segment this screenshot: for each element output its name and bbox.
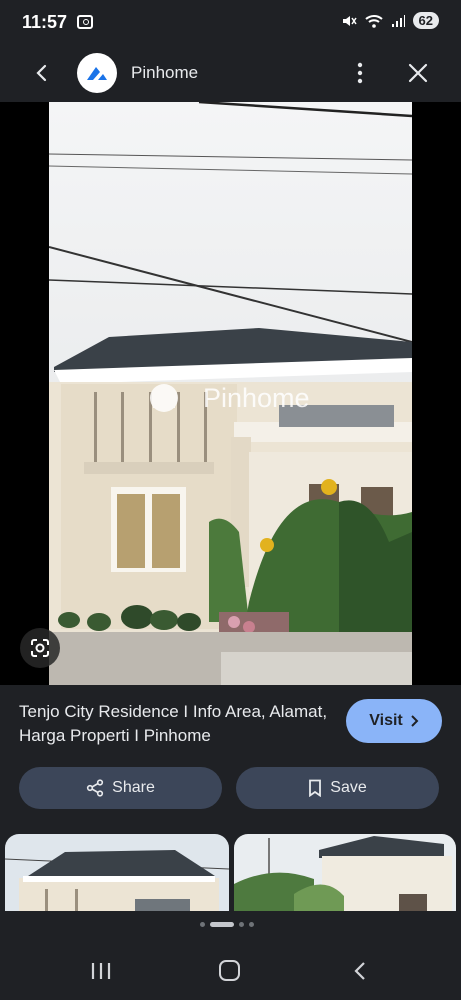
system-nav-bar (0, 945, 461, 995)
share-icon (87, 779, 104, 797)
page-dot-active (210, 922, 234, 927)
share-button[interactable]: Share (19, 767, 222, 809)
battery-level: 62 (412, 12, 439, 29)
related-image-thumbnail[interactable] (5, 834, 229, 911)
screenshot-icon (77, 15, 94, 29)
image-viewer[interactable]: Pinhome (0, 102, 461, 685)
watermark-text: Pinhome (203, 383, 310, 413)
signal-icon (391, 14, 405, 27)
more-options-icon[interactable] (348, 60, 372, 86)
site-name: Pinhome (131, 63, 199, 82)
related-image-thumbnail[interactable] (234, 834, 456, 911)
thumbnail-image (234, 834, 456, 911)
share-label: Share (112, 779, 155, 796)
mute-icon (342, 15, 357, 26)
wifi-icon (364, 14, 383, 28)
status-time: 11:57 (22, 11, 68, 32)
site-logo[interactable] (77, 53, 117, 93)
pinhome-logo-icon (87, 67, 107, 80)
page-dot (200, 922, 205, 927)
result-title[interactable]: Tenjo City Residence I Info Area, Alamat… (19, 700, 329, 748)
thumbnail-image (5, 834, 229, 911)
page-dot (249, 922, 254, 927)
close-icon[interactable] (406, 61, 430, 85)
top-bar: Pinhome (0, 44, 461, 102)
page-dot (239, 922, 244, 927)
recent-apps-icon[interactable] (90, 961, 112, 981)
screen: 11:57 62 Pinhome Pinhome Tenjo City Resi… (0, 0, 461, 1000)
save-label: Save (330, 779, 367, 796)
house-photo[interactable]: Pinhome (49, 102, 412, 685)
pagination-dots (200, 922, 254, 927)
visit-button[interactable]: Visit (346, 699, 442, 743)
save-button[interactable]: Save (236, 767, 439, 809)
home-icon[interactable] (219, 960, 240, 981)
status-bar: 11:57 62 (0, 0, 461, 44)
back-icon[interactable] (352, 961, 368, 981)
visit-label: Visit (369, 712, 403, 729)
lens-search-button[interactable] (20, 628, 60, 668)
bookmark-icon (309, 779, 322, 797)
status-icons: 62 (341, 12, 439, 29)
lens-icon (31, 639, 49, 657)
chevron-right-icon (411, 715, 419, 727)
back-arrow-icon[interactable] (30, 61, 54, 85)
